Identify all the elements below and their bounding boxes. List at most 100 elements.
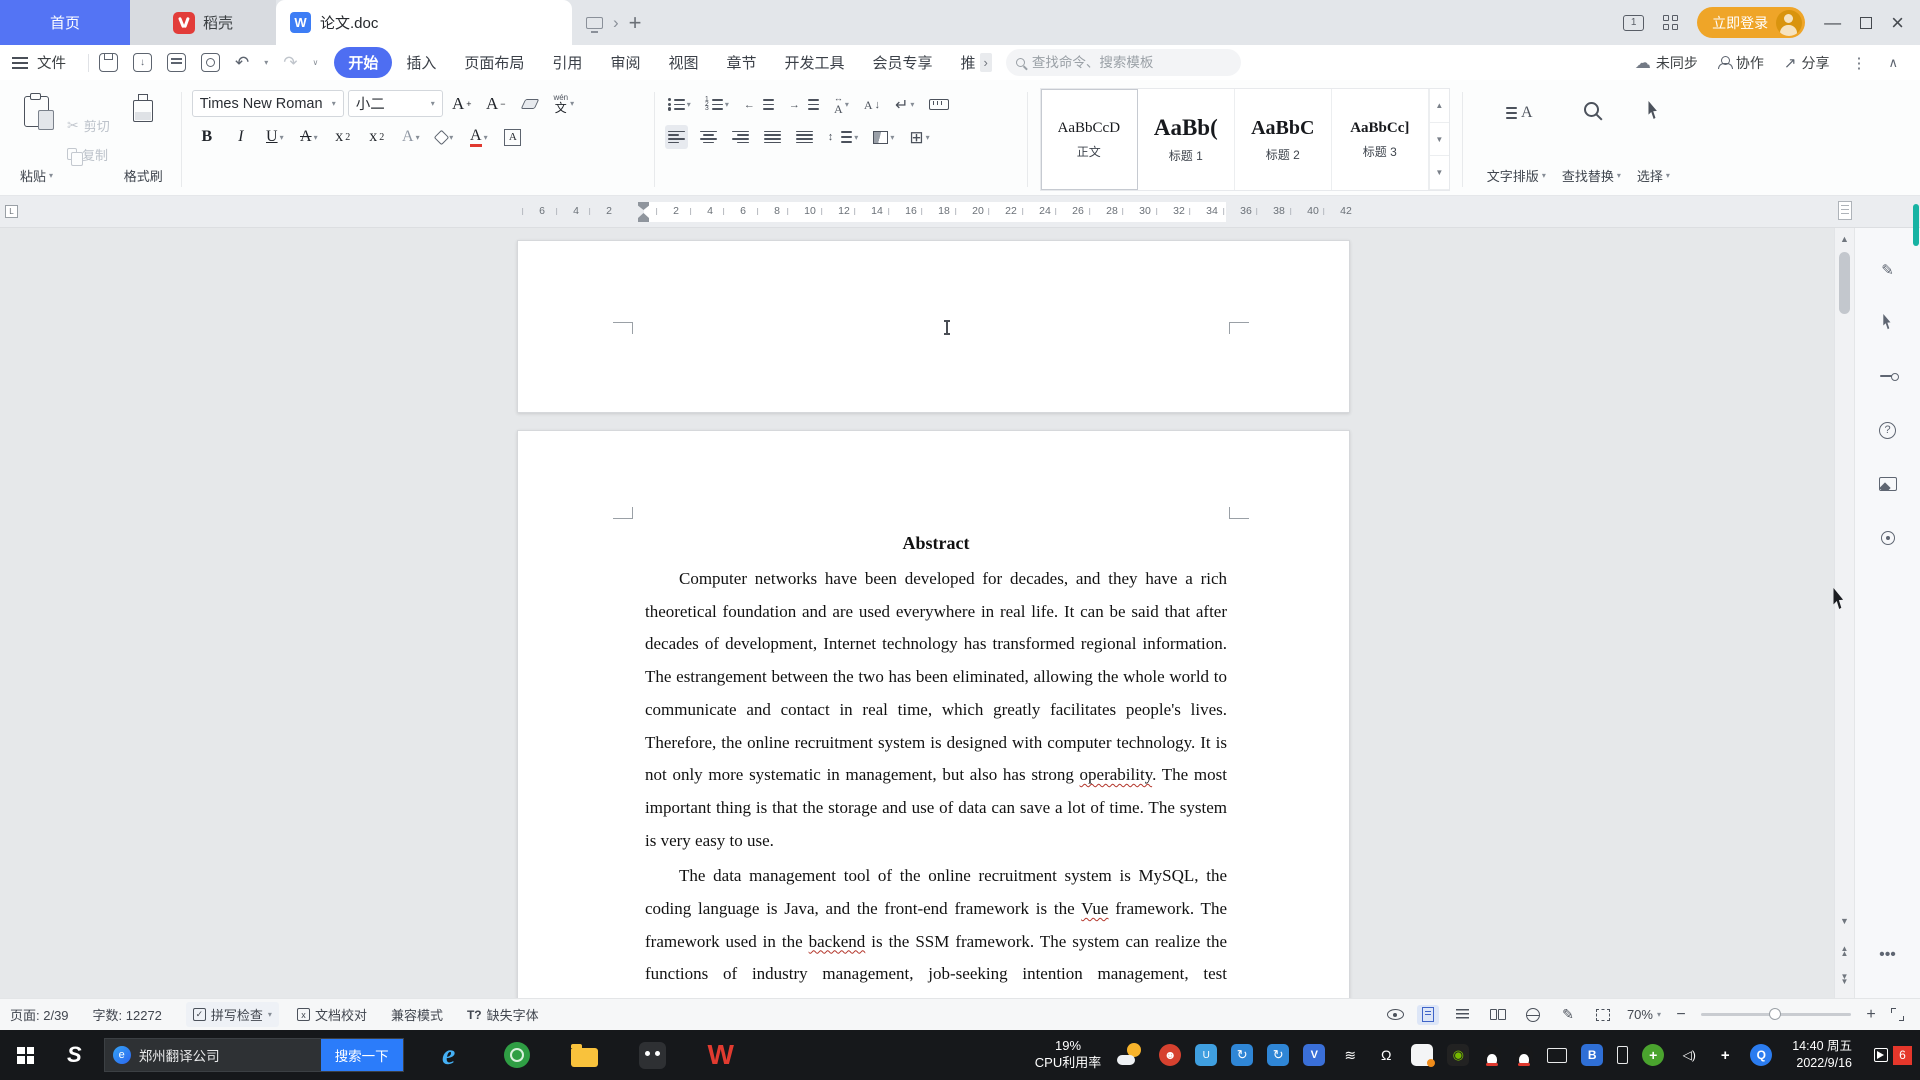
bold-icon[interactable]: B (192, 124, 222, 150)
sync2-icon[interactable]: ↻ (1267, 1044, 1290, 1066)
font-name-select[interactable]: Times New Roman ▾ (191, 90, 344, 117)
select-button[interactable]: 选择 ▾ (1629, 88, 1678, 191)
tab-ruler-icon[interactable] (926, 93, 952, 117)
zoom-slider-knob[interactable] (1768, 1008, 1781, 1020)
cursor-icon[interactable] (1876, 310, 1900, 334)
cpu-usage[interactable]: 19% CPU利用率 (1035, 1038, 1101, 1072)
strikethrough-icon[interactable]: A ▾ (294, 124, 324, 150)
redo-icon[interactable]: ↷ (283, 53, 297, 73)
clock[interactable]: 14:40 周五 2022/9/16 (1792, 1038, 1852, 1072)
borders-icon[interactable]: ⊞ ▾ (906, 125, 932, 149)
close-icon[interactable]: × (1891, 11, 1904, 34)
file-menu[interactable]: 文件 (37, 52, 66, 73)
paste-button[interactable]: 粘贴 ▾ (12, 88, 61, 191)
clear-format-icon[interactable] (515, 91, 545, 117)
login-button[interactable]: 立即登录 (1697, 7, 1806, 38)
increase-font-icon[interactable]: A + (447, 91, 477, 117)
align-center-icon[interactable] (697, 125, 720, 149)
more-icon[interactable]: ⋮ (1851, 54, 1866, 72)
format-painter-button[interactable]: 格式刷 (116, 88, 171, 191)
export-icon[interactable]: ↓ (133, 53, 152, 72)
tab-references[interactable]: 引用 (538, 47, 596, 78)
print-preview-icon[interactable] (201, 53, 220, 72)
page-view-icon[interactable] (1416, 1004, 1439, 1025)
taskbar-search-input[interactable] (138, 1047, 321, 1063)
book-view-icon[interactable] (1487, 1005, 1509, 1025)
numbered-list-icon[interactable]: ▾ (703, 93, 732, 117)
tab-review[interactable]: 审阅 (596, 47, 654, 78)
increase-indent-icon[interactable]: → (786, 93, 822, 117)
previous-page-icon[interactable]: ▲ ▲ (1835, 945, 1854, 957)
page-setup-icon[interactable] (1838, 201, 1852, 220)
share-button[interactable]: ↗ 分享 (1784, 53, 1830, 73)
text-effect-icon[interactable]: A ▾ (396, 124, 426, 150)
tab-view[interactable]: 视图 (654, 47, 712, 78)
collaborate-button[interactable]: 协作 (1717, 53, 1764, 73)
vertical-scrollbar[interactable]: ▲ ▼ ▲ ▲ ▼ ▼ (1834, 228, 1854, 998)
media-icon[interactable] (1874, 1048, 1888, 1062)
tab-document[interactable]: W 论文.doc (276, 0, 572, 45)
char-scale-icon[interactable]: ↔ A ▾ (831, 92, 852, 117)
text-layout-button[interactable]: A 文字排版 ▾ (1479, 88, 1554, 191)
start-icon[interactable] (17, 1046, 34, 1064)
browser-icon[interactable] (498, 1035, 536, 1075)
safety-icon[interactable]: + (1642, 1044, 1665, 1066)
zoom-in-icon[interactable]: + (1864, 1006, 1878, 1024)
navigation-line-icon[interactable] (1876, 364, 1900, 388)
find-replace-button[interactable]: 查找替换 ▾ (1554, 88, 1629, 191)
style-scroll-up-icon[interactable]: ▲ (1429, 89, 1449, 123)
qq-browser-icon[interactable]: Q (1750, 1044, 1773, 1066)
pinyin-guide-icon[interactable]: wén 文 ▾ (549, 91, 579, 117)
align-justify-icon[interactable] (761, 125, 784, 149)
tab-docer[interactable]: 稻壳 (130, 0, 276, 45)
zoom-level[interactable]: 70% ▾ (1627, 1007, 1661, 1022)
more-icon[interactable]: ••• (1876, 943, 1900, 967)
minimize-icon[interactable]: — (1824, 13, 1841, 33)
save-icon[interactable] (99, 53, 118, 72)
bluetooth-icon[interactable]: B (1581, 1044, 1604, 1066)
tab-insert[interactable]: 插入 (392, 47, 450, 78)
ie-icon[interactable]: e (430, 1035, 468, 1075)
tab-overflow-icon[interactable]: › (613, 13, 619, 33)
new-tab-icon[interactable]: + (629, 10, 642, 36)
undo-dropdown-icon[interactable]: ▾ (264, 58, 268, 67)
folder-icon[interactable] (566, 1035, 604, 1075)
command-search[interactable] (1005, 49, 1241, 76)
frame-icon[interactable] (1592, 1005, 1614, 1025)
image-preview-icon[interactable] (1876, 472, 1900, 496)
collapse-ribbon-icon[interactable]: ∧ (1888, 55, 1898, 71)
italic-icon[interactable]: I (226, 124, 256, 150)
weather-icon[interactable] (1117, 1043, 1143, 1067)
switch-window-icon[interactable]: 1 (1623, 14, 1645, 31)
qq-icon[interactable] (1483, 1044, 1502, 1066)
style-more-icon[interactable]: ▼ (1429, 156, 1449, 191)
copy-button[interactable]: 复制 (67, 145, 110, 166)
grid-menu-icon[interactable] (1663, 15, 1679, 30)
line-spacing-icon[interactable]: ↕ ▾ (825, 125, 862, 149)
zoom-slider[interactable] (1701, 1008, 1851, 1020)
crosshair-icon[interactable]: + (1714, 1044, 1736, 1066)
search-input[interactable] (1031, 55, 1231, 70)
qq2-icon[interactable] (1515, 1044, 1534, 1066)
sogou-icon[interactable]: S (67, 1042, 82, 1068)
style-heading1[interactable]: AaBb( 标题 1 (1138, 89, 1235, 190)
cut-button[interactable]: ✂ 剪切 (67, 116, 110, 135)
wifi-icon[interactable]: ≋ (1339, 1044, 1361, 1066)
eye-icon[interactable] (1386, 1009, 1404, 1020)
print-icon[interactable] (167, 53, 186, 72)
taskbar-search[interactable]: e 搜索一下 (103, 1038, 404, 1072)
monitor-icon[interactable] (586, 16, 603, 33)
tab-dev-tools[interactable]: 开发工具 (770, 47, 858, 78)
undo-icon[interactable]: ↶ (235, 53, 249, 73)
font-size-select[interactable]: 小二 ▾ (347, 90, 443, 117)
nvidia-icon[interactable]: ◉ (1447, 1044, 1470, 1066)
pen-icon[interactable]: ✎ (1876, 258, 1900, 282)
monitor-tray-icon[interactable] (1547, 1047, 1568, 1063)
decrease-font-icon[interactable]: A − (481, 91, 511, 117)
subscript-icon[interactable]: x2 (362, 124, 392, 150)
sync-icon[interactable]: ↻ (1231, 1044, 1254, 1066)
page-2[interactable]: Abstract Computer networks have been dev… (517, 430, 1350, 998)
outline-view-icon[interactable] (1452, 1005, 1474, 1025)
highlight-icon[interactable]: ▾ (430, 124, 460, 150)
tab-selector-icon[interactable]: L (5, 205, 18, 218)
